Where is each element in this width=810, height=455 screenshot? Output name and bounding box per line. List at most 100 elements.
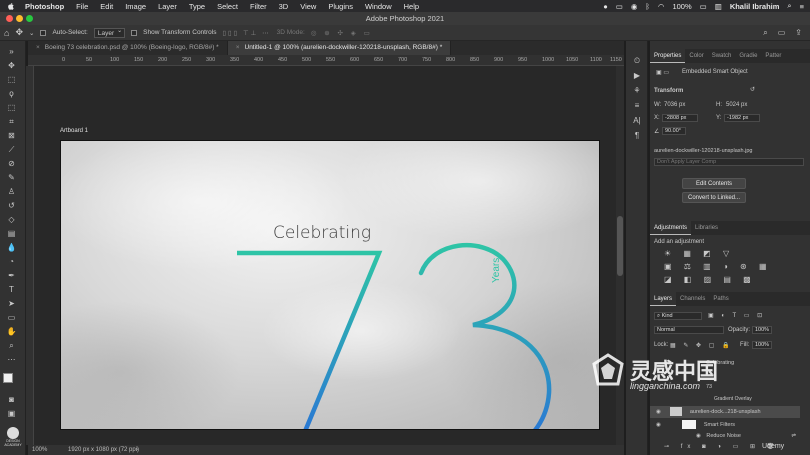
tool-preset-chevron-icon[interactable]: ⌄: [29, 29, 34, 37]
width-value[interactable]: 7036 px: [664, 102, 685, 108]
menu-plugins[interactable]: Plugins: [328, 2, 353, 11]
pen-tool-icon[interactable]: ✒: [5, 269, 18, 282]
quick-mask-icon[interactable]: ◙: [5, 393, 18, 406]
bluetooth-icon[interactable]: ᛒ: [645, 2, 650, 11]
path-select-tool-icon[interactable]: ➤: [5, 297, 18, 310]
adjustment-icons-row-3[interactable]: ◪ ◧ ▨ ▤ ▩: [664, 275, 756, 284]
menu-image[interactable]: Image: [125, 2, 146, 11]
screen-mode-icon[interactable]: ▣: [5, 407, 18, 420]
layer-comp-select[interactable]: Don't Apply Layer Comp: [654, 158, 804, 166]
user-name[interactable]: Khalil Ibrahim: [730, 2, 780, 11]
lasso-tool-icon[interactable]: ϙ: [5, 87, 18, 100]
more-tools-icon[interactable]: ⋯: [5, 353, 18, 366]
battery-icon[interactable]: ▭: [700, 2, 707, 11]
zoom-level[interactable]: 100%: [32, 445, 47, 455]
tab-paths[interactable]: Paths: [709, 292, 732, 306]
x-input[interactable]: -2808 px: [662, 114, 698, 122]
layer-row-selected[interactable]: ◉ aurelien-dock...218-unsplash: [650, 406, 800, 418]
object-select-tool-icon[interactable]: ⬚: [5, 101, 18, 114]
menu-view[interactable]: View: [300, 2, 316, 11]
record-icon[interactable]: ◉: [631, 2, 638, 11]
menu-type[interactable]: Type: [189, 2, 205, 11]
gradient-tool-icon[interactable]: ▤: [5, 227, 18, 240]
menu-help[interactable]: Help: [404, 2, 419, 11]
rectangle-tool-icon[interactable]: ▭: [5, 311, 18, 324]
collapse-icon[interactable]: »: [5, 45, 18, 58]
align-icons[interactable]: ▯▯▯ ⊤⊥ ⋯: [222, 29, 270, 37]
crop-tool-icon[interactable]: ⌗: [5, 115, 18, 128]
clone-stamp-tool-icon[interactable]: ♙: [5, 185, 18, 198]
share-icon[interactable]: ⇪: [795, 28, 802, 38]
hand-tool-icon[interactable]: ✋: [5, 325, 18, 338]
eraser-tool-icon[interactable]: ◇: [5, 213, 18, 226]
creative-cloud-icon[interactable]: ●: [603, 2, 608, 11]
adjustment-icons-row-1[interactable]: ☀ ▦ ◩ ▽: [664, 249, 734, 258]
ruler-left[interactable]: [26, 66, 34, 445]
show-transform-checkbox[interactable]: [131, 29, 138, 36]
move-tool-icon[interactable]: ✥: [15, 27, 23, 38]
search-icon[interactable]: ⌕: [787, 1, 791, 11]
display-icon[interactable]: ▭: [616, 2, 623, 11]
history-brush-tool-icon[interactable]: ↺: [5, 199, 18, 212]
paragraph-icon[interactable]: ¶: [632, 131, 642, 141]
reset-transform-icon[interactable]: ↺: [750, 86, 755, 93]
reduce-noise-row[interactable]: ◉ Reduce Noise ⇌: [650, 430, 800, 442]
ruler-top[interactable]: 0 50 100 150 200 250 300 350 400 450 500…: [28, 55, 624, 66]
flag-icon[interactable]: ▥: [715, 2, 722, 11]
tab-libraries[interactable]: Libraries: [691, 221, 722, 235]
menu-select[interactable]: Select: [217, 2, 238, 11]
brush-settings-icon[interactable]: ⚘: [632, 86, 642, 96]
edit-contents-button[interactable]: Edit Contents: [682, 178, 746, 189]
angle-input[interactable]: 90.00°: [662, 127, 686, 135]
move-tool-icon[interactable]: ✥: [5, 59, 18, 72]
minimize-window-button[interactable]: [16, 15, 23, 22]
lock-icons[interactable]: ▦ ✎ ✥ ▢ 🔒: [670, 342, 733, 349]
tab-patterns[interactable]: Patter: [761, 49, 785, 63]
tab-properties[interactable]: Properties: [650, 49, 686, 63]
menu-photoshop[interactable]: Photoshop: [25, 2, 64, 11]
brush-tool-icon[interactable]: ✎: [5, 171, 18, 184]
apple-icon[interactable]: [6, 2, 15, 11]
tab-color[interactable]: Color: [685, 49, 707, 63]
wifi-icon[interactable]: ◠: [658, 2, 665, 11]
tab-adjustments[interactable]: Adjustments: [650, 221, 692, 235]
3d-mode-icons[interactable]: ◎ ⊕ ✣ ◈ ▭: [311, 29, 373, 37]
y-input[interactable]: -1982 px: [724, 114, 760, 122]
character-icon[interactable]: A|: [632, 116, 642, 126]
filter-options-icon[interactable]: ⇌: [791, 430, 796, 442]
tab-layers[interactable]: Layers: [650, 292, 677, 306]
fill-input[interactable]: 100%: [752, 341, 772, 349]
dodge-tool-icon[interactable]: ◔: [5, 255, 18, 268]
tab-boeing-document[interactable]: × Boeing 73 celebration.psd @ 100% (Boein…: [28, 41, 228, 55]
vertical-scrollbar[interactable]: [616, 66, 624, 445]
healing-brush-tool-icon[interactable]: ⊘: [5, 157, 18, 170]
menu-window[interactable]: Window: [365, 2, 392, 11]
tab-channels[interactable]: Channels: [676, 292, 709, 306]
close-window-button[interactable]: [6, 15, 13, 22]
layer-filter-icons[interactable]: ▣ ◐ T ▭ ⊡: [708, 312, 765, 319]
height-value[interactable]: 5024 px: [726, 102, 747, 108]
menu-edit[interactable]: Edit: [100, 2, 113, 11]
tab-untitled-document[interactable]: × Untitled-1 @ 100% (aurelien-dockwiller-…: [227, 41, 452, 55]
tab-gradients[interactable]: Gradie: [735, 49, 761, 63]
zoom-window-button[interactable]: [26, 15, 33, 22]
status-arrow-icon[interactable]: ›: [136, 445, 138, 455]
tab-swatches[interactable]: Swatch: [708, 49, 736, 63]
menu-layer[interactable]: Layer: [158, 2, 177, 11]
blur-tool-icon[interactable]: 💧: [5, 241, 18, 254]
layer-effect-row[interactable]: Gradient Overlay: [650, 393, 800, 405]
years-vertical-text[interactable]: Years: [491, 258, 502, 283]
visibility-eye-icon[interactable]: ◉: [656, 409, 661, 415]
align-icon[interactable]: ≡: [632, 101, 642, 111]
type-tool-icon[interactable]: T: [5, 283, 18, 296]
workspace-icon[interactable]: ▭: [778, 28, 786, 38]
menu-filter[interactable]: Filter: [250, 2, 267, 11]
zoom-tool-icon[interactable]: ⌕: [5, 339, 18, 352]
adjustment-icons-row-2[interactable]: ▣ ⚖ ▥ ◑ ⊛ ▦: [664, 262, 772, 271]
visibility-eye-icon[interactable]: ◉: [656, 422, 661, 428]
marquee-tool-icon[interactable]: ⬚: [5, 73, 18, 86]
document-info[interactable]: 1920 px x 1080 px (72 ppi): [68, 445, 139, 455]
scrollbar-thumb[interactable]: [617, 216, 623, 276]
close-tab-icon[interactable]: ×: [36, 44, 40, 51]
celebrating-heading[interactable]: Celebrating: [273, 223, 371, 243]
